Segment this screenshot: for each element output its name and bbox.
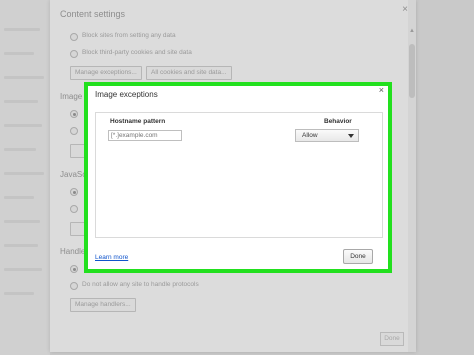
manage-exceptions-button[interactable]: Manage exceptions... [70, 66, 142, 80]
ghost-line [4, 76, 44, 79]
section-javascript: JavaSc [60, 170, 87, 179]
option-block-third-party: Block third-party cookies and site data [82, 49, 192, 56]
image-exceptions-dialog: Image exceptions × Hostname pattern Beha… [84, 82, 392, 273]
ghost-line [4, 172, 44, 175]
behavior-select[interactable]: Allow [295, 129, 359, 142]
section-images: Image [60, 92, 83, 101]
hostname-pattern-input[interactable] [108, 130, 182, 141]
ghost-line [4, 124, 42, 127]
scrollbar[interactable]: ▲ [408, 0, 416, 352]
radio-block-sites[interactable] [70, 33, 78, 41]
dialog-title: Image exceptions [95, 90, 158, 99]
ghost-line [4, 52, 34, 55]
ghost-line [4, 196, 34, 199]
ghost-line [4, 220, 40, 223]
column-header-hostname: Hostname pattern [110, 118, 166, 125]
ghost-line [4, 100, 38, 103]
content-settings-title: Content settings [60, 9, 126, 19]
ghost-line [4, 268, 42, 271]
scroll-up-icon[interactable]: ▲ [409, 28, 415, 34]
section-handlers: Handle [60, 247, 86, 256]
background-left-panel [0, 0, 50, 355]
manage-handlers-button[interactable]: Manage handlers... [70, 298, 136, 312]
chevron-down-icon [348, 134, 354, 138]
radio-js-allow[interactable] [70, 188, 78, 196]
radio-block-third-party[interactable] [70, 50, 78, 58]
radio-handlers-block[interactable] [70, 282, 78, 290]
radio-js-block[interactable] [70, 205, 78, 213]
behavior-select-value: Allow [302, 132, 318, 139]
ghost-line [4, 244, 38, 247]
scroll-thumb[interactable] [409, 44, 415, 98]
ghost-line [4, 28, 40, 31]
column-header-behavior: Behavior [324, 118, 352, 125]
radio-handlers-allow[interactable] [70, 265, 78, 273]
option-block-sites: Block sites from setting any data [82, 32, 176, 39]
done-button-background[interactable]: Done [380, 332, 404, 346]
radio-images-allow[interactable] [70, 110, 78, 118]
ghost-line [4, 148, 36, 151]
option-handlers-block: Do not allow any site to handle protocol… [82, 281, 199, 288]
ghost-line [4, 292, 34, 295]
learn-more-link[interactable]: Learn more [95, 254, 128, 261]
radio-images-block[interactable] [70, 127, 78, 135]
close-icon[interactable]: × [379, 85, 384, 95]
all-cookies-button[interactable]: All cookies and site data... [146, 66, 232, 80]
done-button[interactable]: Done [343, 249, 373, 264]
